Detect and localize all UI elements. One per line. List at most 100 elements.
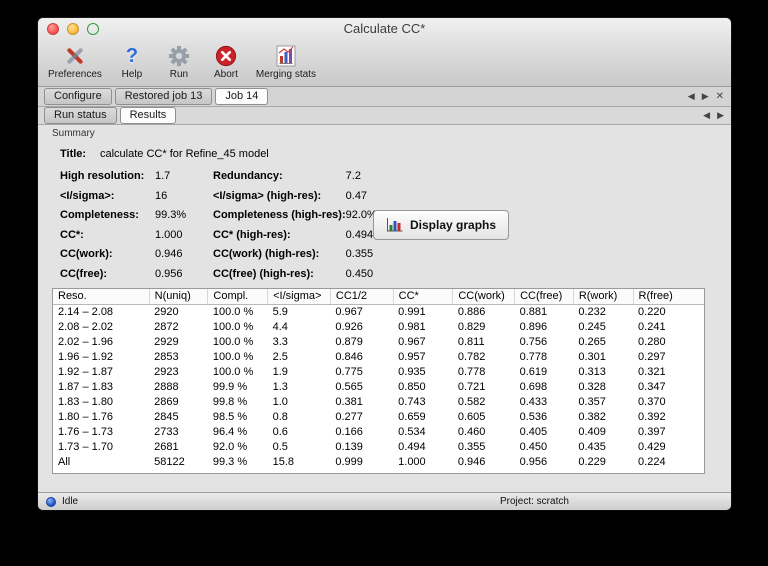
table-cell: 0.277 [335,410,363,423]
table-cell: 0.775 [335,365,363,378]
column-header[interactable]: R(work) [573,289,634,305]
close-window-button[interactable] [47,23,59,35]
tab-job-14[interactable]: Job 14 [215,88,269,105]
table-cell: 0.5 [272,440,288,453]
app-window: Calculate CC* Preferences ? Help Run Abo… [38,18,731,510]
run-button[interactable]: Run [162,42,196,80]
table-row[interactable]: 1.76 – 1.73 2733 96.4 % 0.6 0.166 0.534 0.460 0… [53,424,704,439]
table-cell: 100.0 % [212,350,254,363]
column-header[interactable]: R(free) [633,289,704,305]
merging-stats-button[interactable]: Merging stats [256,42,316,80]
table-cell: 1.80 – 1.76 [58,410,114,423]
tab-configure[interactable]: Configure [44,88,112,105]
preferences-icon [63,42,87,69]
table-cell: 0.433 [519,395,548,408]
tab-scroll-right-icon[interactable]: ▶ [702,91,709,102]
column-header[interactable]: Reso. [53,289,150,305]
toolbar-label: Abort [213,69,238,80]
status-led-icon [46,496,56,507]
table-cell: 0.355 [457,440,486,453]
table-row[interactable]: 1.87 – 1.83 2888 99.9 % 1.3 0.565 0.850 0.721 0… [53,379,704,394]
run-gear-icon [168,42,190,69]
table-cell: 0.981 [398,320,426,333]
preferences-button[interactable]: Preferences [48,42,102,80]
table-cell: 0.967 [398,335,426,348]
tab-scroll-left-icon[interactable]: ◀ [703,110,710,121]
display-graphs-label: Display graphs [410,218,497,232]
minimize-window-button[interactable] [67,23,79,35]
table-row[interactable]: 2.08 – 2.02 2872 100.0 % 4.4 0.926 0.981 0.829… [53,319,704,334]
tab-scroll-right-icon[interactable]: ▶ [717,110,724,121]
table-cell: 0.313 [578,365,606,378]
table-cell: 0.698 [519,380,548,393]
table-cell: 0.946 [457,455,486,468]
merging-stats-icon [274,42,298,69]
traffic-lights [47,23,99,35]
table-row[interactable]: 1.92 – 1.87 2923 100.0 % 1.9 0.775 0.935 0.778… [53,364,704,379]
summary-label: CC(work) (high-res): [213,248,320,260]
table-cell: 0.999 [335,455,363,468]
table-cell: 0.829 [457,320,486,333]
column-header[interactable]: CC(free) [514,289,574,305]
sub-tab-nav: ◀ ▶ [703,107,724,124]
table-cell: 2869 [154,395,179,408]
main-tab-bar: Configure Restored job 13 Job 14 ◀ ▶ ✕ [38,87,731,107]
tab-scroll-left-icon[interactable]: ◀ [688,91,695,102]
help-button[interactable]: ? Help [115,42,149,81]
display-graphs-button[interactable]: Display graphs [373,210,510,240]
column-header[interactable]: <I/sigma> [267,289,331,305]
toolbar-label: Merging stats [255,69,316,80]
column-header[interactable]: CC* [393,289,454,305]
table-cell: 0.659 [398,410,426,423]
column-header[interactable]: CC1/2 [330,289,394,305]
table-cell: 2929 [154,335,179,348]
table-row[interactable]: 2.02 – 1.96 2929 100.0 % 3.3 0.879 0.967 0.811… [53,334,704,349]
tab-restored-job-13[interactable]: Restored job 13 [114,88,213,105]
abort-button[interactable]: Abort [209,42,243,80]
table-cell: 0.536 [519,410,548,423]
table-cell: 0.241 [638,320,666,333]
table-row[interactable]: 1.83 – 1.80 2869 99.8 % 1.0 0.381 0.743 0.582 0… [53,394,704,409]
table-cell: 1.83 – 1.80 [58,395,114,408]
table-cell: 2.14 – 2.08 [58,305,114,318]
table-cell: 2872 [154,320,179,333]
table-cell: 0.328 [578,380,606,393]
table-cell: 0.494 [398,440,426,453]
table-cell: 0.229 [578,455,606,468]
maximize-window-button[interactable] [87,23,99,35]
table-row[interactable]: 1.80 – 1.76 2845 98.5 % 0.8 0.277 0.659 0.605 0… [53,409,704,424]
table-cell: 92.0 % [212,440,248,453]
table-cell: 0.232 [578,305,606,318]
table-cell: 0.8 [272,410,288,423]
toolbar-label: Run [169,69,189,80]
summary-value: 1.000 [155,228,183,241]
tab-run-status[interactable]: Run status [44,107,117,124]
table-row[interactable]: All 58122 99.3 % 15.8 0.999 1.000 0.946 0.956 0.… [53,454,704,469]
tab-results[interactable]: Results [119,107,177,124]
results-table[interactable]: Reso. N(uniq) Compl. <I/sigma> CC1/2 CC* CC(wo… [52,288,705,474]
titlebar[interactable]: Calculate CC* [38,18,731,40]
table-cell: 1.000 [398,455,426,468]
table-row[interactable]: 1.96 – 1.92 2853 100.0 % 2.5 0.846 0.957 0.782… [53,349,704,364]
summary-value: 99.3% [155,209,187,221]
abort-icon [215,42,237,69]
table-cell: 1.76 – 1.73 [58,425,114,438]
table-cell: 5.9 [272,305,288,318]
table-cell: 100.0 % [212,320,254,333]
table-cell: 0.721 [457,380,486,393]
tab-close-icon[interactable]: ✕ [716,91,724,102]
table-cell: 1.0 [272,395,288,408]
table-row[interactable]: 1.73 – 1.70 2681 92.0 % 0.5 0.139 0.494 0.355 0… [53,439,704,454]
table-row[interactable]: 2.14 – 2.08 2920 100.0 % 5.9 0.967 0.991 0.886… [53,304,704,319]
column-header[interactable]: CC(work) [452,289,516,305]
table-cell: 0.280 [638,335,666,348]
table-cell: 3.3 [272,335,288,348]
table-cell: 0.582 [457,395,486,408]
column-header[interactable]: N(uniq) [149,289,209,305]
column-header[interactable]: Compl. [207,289,269,305]
table-cell: 0.846 [335,350,363,363]
summary-label: CC(free) (high-res): [213,267,314,280]
table-cell: 0.265 [578,335,606,348]
table-cell: 0.782 [457,350,486,363]
table-cell: 2.5 [272,350,288,363]
